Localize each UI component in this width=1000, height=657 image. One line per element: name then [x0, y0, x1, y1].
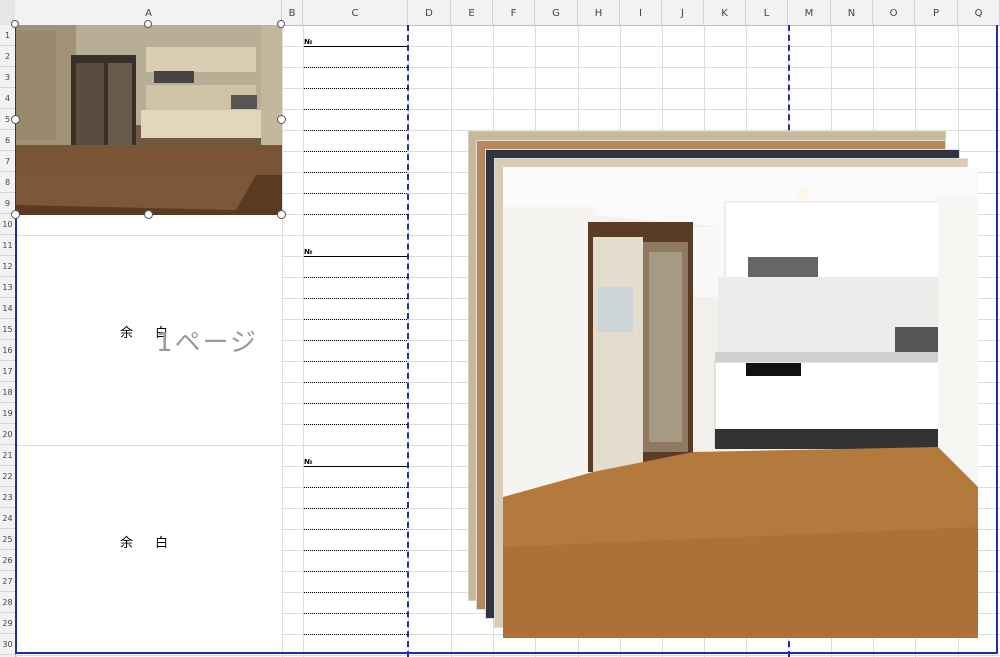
row-header-25[interactable]: 25	[0, 529, 15, 550]
resize-handle[interactable]	[277, 115, 286, 124]
column-header-e[interactable]: E	[451, 0, 493, 25]
after-kitchen-photo[interactable]	[503, 167, 978, 638]
row-header-1[interactable]: 1	[0, 25, 15, 46]
column-header-k[interactable]: K	[704, 0, 746, 25]
row-header-27[interactable]: 27	[0, 571, 15, 592]
row-header-23[interactable]: 23	[0, 487, 15, 508]
row-header-16[interactable]: 16	[0, 340, 15, 361]
column-header-c[interactable]: C	[303, 0, 408, 25]
row-header-22[interactable]: 22	[0, 466, 15, 487]
row-header-14[interactable]: 14	[0, 298, 15, 319]
column-header-d[interactable]: D	[408, 0, 451, 25]
row-header-7[interactable]: 7	[0, 151, 15, 172]
row-header-29[interactable]: 29	[0, 613, 15, 634]
row-header-8[interactable]: 8	[0, 172, 15, 193]
column-header-i[interactable]: I	[620, 0, 662, 25]
column-header-o[interactable]: O	[873, 0, 915, 25]
column-header-f[interactable]: F	[493, 0, 535, 25]
row-header-3[interactable]: 3	[0, 67, 15, 88]
resize-handle[interactable]	[144, 210, 153, 219]
old-kitchen-image	[16, 25, 282, 215]
resize-handle[interactable]	[277, 20, 285, 28]
resize-handle[interactable]	[11, 210, 20, 219]
resize-handle[interactable]	[11, 115, 20, 124]
resize-handle[interactable]	[11, 20, 19, 28]
row-header-24[interactable]: 24	[0, 508, 15, 529]
row-header-21[interactable]: 21	[0, 445, 15, 466]
row-header-6[interactable]: 6	[0, 130, 15, 151]
row-header-2[interactable]: 2	[0, 46, 15, 67]
row-header-13[interactable]: 13	[0, 277, 15, 298]
grid-row-line	[15, 655, 1000, 656]
column-header-g[interactable]: G	[535, 0, 578, 25]
row-header-26[interactable]: 26	[0, 550, 15, 571]
row-header-4[interactable]: 4	[0, 88, 15, 109]
row-header-11[interactable]: 11	[0, 235, 15, 256]
spreadsheet-sheet[interactable]: ABCDEFGHIJKLMNOPQ 1 2 3 4 5 6 7 8 9 10 11 12 13 14 15 1…	[0, 0, 1000, 657]
page-break-line-1	[407, 25, 409, 657]
resize-handle[interactable]	[277, 210, 286, 219]
row-header-30[interactable]: 30	[0, 634, 15, 655]
row-header-17[interactable]: 17	[0, 361, 15, 382]
column-header-b[interactable]: B	[282, 0, 303, 25]
column-header-n[interactable]: N	[831, 0, 873, 25]
column-header-h[interactable]: H	[578, 0, 620, 25]
row-header-15[interactable]: 15	[0, 319, 15, 340]
column-header-p[interactable]: P	[915, 0, 958, 25]
row-header-12[interactable]: 12	[0, 256, 15, 277]
row-header-20[interactable]: 20	[0, 424, 15, 445]
column-header-q[interactable]: Q	[958, 0, 1000, 25]
column-header-l[interactable]: L	[746, 0, 788, 25]
row-header-28[interactable]: 28	[0, 592, 15, 613]
renovated-kitchen-image	[503, 167, 978, 638]
column-header-j[interactable]: J	[662, 0, 704, 25]
column-header-m[interactable]: M	[788, 0, 831, 25]
resize-handle[interactable]	[144, 20, 152, 28]
before-kitchen-photo[interactable]	[16, 25, 282, 215]
row-header-18[interactable]: 18	[0, 382, 15, 403]
row-header-19[interactable]: 19	[0, 403, 15, 424]
